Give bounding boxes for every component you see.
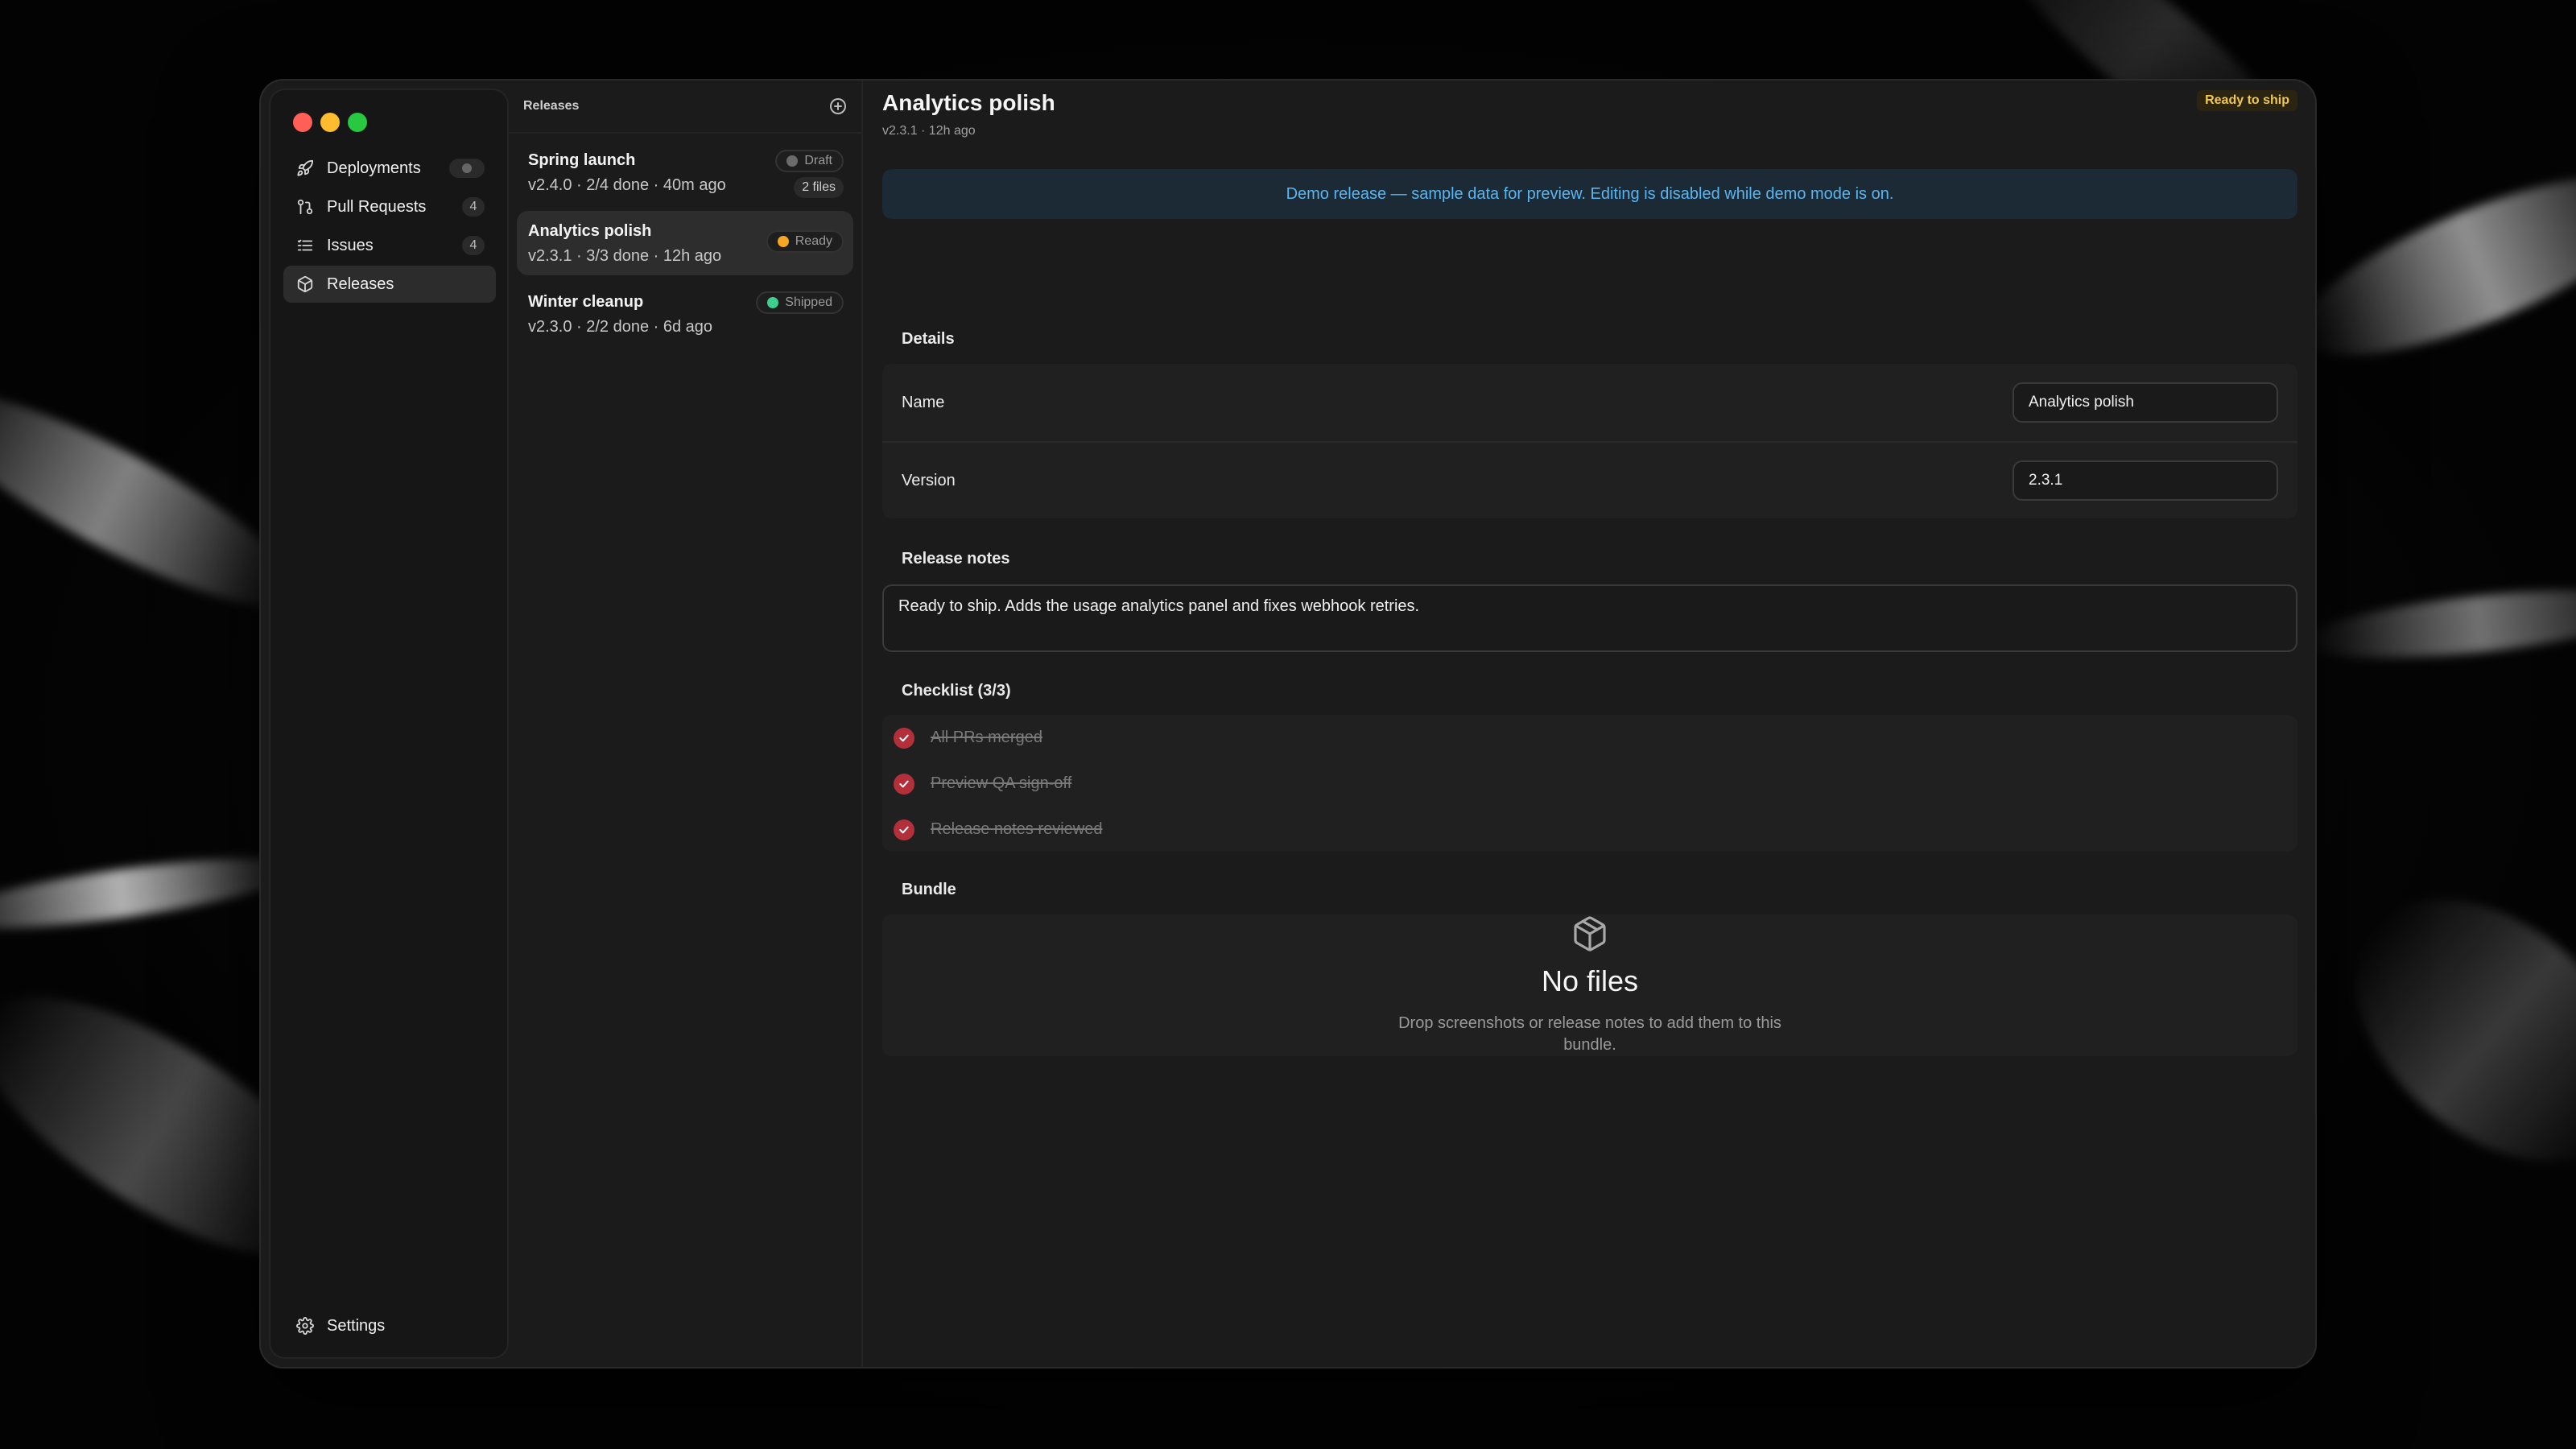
empty-state-title: No files [1541,964,1639,997]
files-badge: 2 files [794,177,844,198]
sidebar-item-label: Deployments [327,159,421,177]
version-row: Version [882,441,2297,518]
check-icon [899,780,909,787]
checkbox[interactable] [894,773,914,795]
window-controls [293,113,367,132]
checkbox[interactable] [894,819,914,840]
page-title: Analytics polish [882,90,1055,115]
count-badge: 4 [462,197,485,217]
name-label: Name [902,393,945,411]
package-icon [1571,914,1609,953]
version-field[interactable] [2013,460,2278,501]
details-heading: Details [902,330,955,348]
add-release-button[interactable] [828,96,848,117]
sidebar-item-label: Issues [327,236,374,254]
sidebar-item-pull-requests[interactable]: Pull Requests 4 [283,188,496,225]
status-label: Draft [804,154,832,167]
release-list: Releases Spring launch v2.4.0 · 2/4 done… [509,80,863,1367]
release-detail: Analytics polish v2.3.1 · 12h ago Ready … [863,80,2315,1367]
deployments-toggle[interactable] [449,159,485,178]
checkbox[interactable] [894,727,914,749]
release-notes-heading: Release notes [902,550,1010,568]
status-label: Ready [795,234,832,248]
status-label: Shipped [785,295,832,309]
sidebar: Deployments Pull Requests 4 Issues 4 Rel… [269,89,509,1359]
count-badge: 4 [462,236,485,255]
status-dot [767,297,779,308]
release-list-title: Releases [523,99,580,113]
details-card: Name Version [882,364,2297,518]
empty-state-text: Drop screenshots or release notes to add… [1398,1014,1781,1054]
release-item-spring-launch[interactable]: Spring launch v2.4.0 · 2/4 done · 40m ag… [517,140,853,204]
close-window-button[interactable] [293,113,312,132]
minimize-window-button[interactable] [320,113,340,132]
release-notes-field[interactable]: Ready to ship. Adds the usage analytics … [882,584,2297,652]
gear-icon [295,1315,316,1336]
name-field[interactable] [2013,382,2278,423]
sidebar-item-issues[interactable]: Issues 4 [283,227,496,264]
release-meta: v2.3.0 · 2/2 done · 6d ago [528,318,713,336]
checklist-item-label: All PRs merged [931,729,1042,746]
version-label: Version [902,471,956,489]
checklist-item: All PRs merged [882,715,2297,761]
status-badge: Draft [775,150,844,172]
list-icon [295,235,316,256]
bundle-heading: Bundle [902,881,956,898]
plus-circle-icon [830,98,846,114]
sidebar-item-deployments[interactable]: Deployments [283,150,496,187]
rocket-icon [295,158,316,179]
check-icon [899,734,909,741]
checklist-heading: Checklist (3/3) [902,682,1011,700]
check-icon [899,826,909,833]
checklist-item-label: Release notes reviewed [931,820,1103,838]
status-dot [777,236,789,247]
sidebar-item-label: Pull Requests [327,197,427,216]
status-dot [786,155,799,167]
release-list-header: Releases [509,80,861,134]
sidebar-item-label: Releases [327,275,394,293]
status-badge: Ready to ship [2197,90,2297,111]
zoom-window-button[interactable] [348,113,367,132]
checklist-item: Preview QA sign-off [882,761,2297,807]
sidebar-nav: Deployments Pull Requests 4 Issues 4 Rel… [283,150,496,304]
sidebar-item-label: Settings [327,1316,386,1335]
name-row: Name [882,364,2297,441]
sidebar-item-settings[interactable]: Settings [283,1307,496,1344]
checklist-item-label: Preview QA sign-off [931,774,1072,792]
package-icon [295,274,316,295]
bundle-dropzone[interactable]: No files Drop screenshots or release not… [882,914,2297,1056]
checklist-card: All PRs merged Preview QA sign-off Relea… [882,715,2297,852]
checklist-item: Release notes reviewed [882,807,2297,852]
app-window: Deployments Pull Requests 4 Issues 4 Rel… [261,80,2315,1367]
git-pull-request-icon [295,196,316,217]
status-badge: Ready [766,230,844,253]
status-badge: Shipped [756,291,844,314]
release-item-analytics-polish[interactable]: Analytics polish v2.3.1 · 3/3 done · 12h… [517,211,853,275]
page-subtitle: v2.3.1 · 12h ago [882,124,976,138]
release-item-winter-cleanup[interactable]: Winter cleanup v2.3.0 · 2/2 done · 6d ag… [517,282,853,346]
demo-banner: Demo release — sample data for preview. … [882,169,2297,219]
sidebar-item-releases[interactable]: Releases [283,266,496,303]
